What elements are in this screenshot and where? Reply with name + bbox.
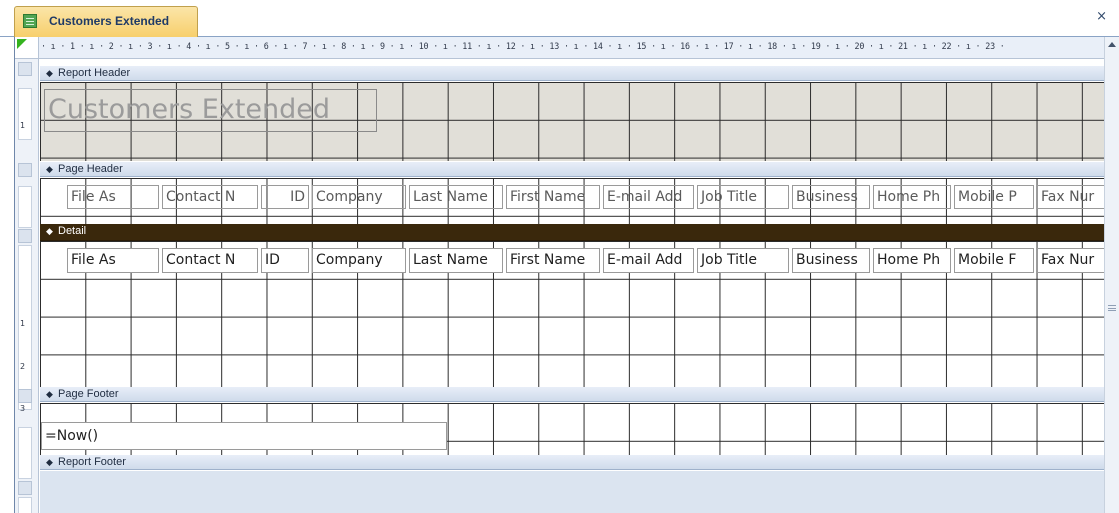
email-address-textbox[interactable]: E-mail Add — [603, 248, 694, 273]
file-as-label[interactable]: File As — [67, 185, 159, 209]
id-label[interactable]: ID — [261, 185, 309, 209]
home-phone-label[interactable]: Home Ph — [873, 185, 951, 209]
horizontal-ruler[interactable]: · ı · 1 · ı · 2 · ı · 3 · ı · 4 · ı · 5 … — [39, 37, 1105, 59]
report-selector[interactable] — [15, 37, 39, 59]
company-textbox[interactable]: Company — [312, 248, 406, 273]
mobile-phone-label[interactable]: Mobile P — [954, 185, 1034, 209]
scroll-up-arrow-icon[interactable] — [1108, 42, 1116, 47]
section-bar-report-header[interactable]: ◆ Report Header — [40, 66, 1105, 81]
vertical-scrollbar[interactable] — [1104, 37, 1119, 513]
section-selector-page-header[interactable] — [18, 163, 32, 177]
report-icon — [23, 14, 37, 28]
now-expression-textbox[interactable]: =Now() — [41, 422, 447, 450]
report-designer: · ı · 1 · ı · 2 · ı · 3 · ı · 4 · ı · 5 … — [14, 37, 1119, 513]
home-phone-textbox[interactable]: Home Ph — [873, 248, 951, 273]
vertical-ruler-segment — [18, 497, 32, 513]
first-name-label[interactable]: First Name — [506, 185, 600, 209]
job-title-textbox[interactable]: Job Title — [697, 248, 789, 273]
last-name-label[interactable]: Last Name — [409, 185, 503, 209]
detail-band[interactable]: File As Contact N ID Company Last Name F… — [40, 241, 1105, 393]
vertical-ruler[interactable]: 1 1 2 3 — [15, 59, 39, 513]
vertical-ruler-number: 2 — [20, 362, 26, 371]
id-textbox[interactable]: ID — [261, 248, 309, 273]
document-tab-title: Customers Extended — [49, 14, 170, 28]
design-canvas[interactable]: ◆ Report Header Customers Extended ◆ Pag… — [40, 59, 1105, 513]
mobile-phone-textbox[interactable]: Mobile F — [954, 248, 1034, 273]
fax-number-label[interactable]: Fax Nur — [1037, 185, 1105, 209]
section-arrow-icon: ◆ — [46, 226, 53, 236]
email-address-label[interactable]: E-mail Add — [603, 185, 694, 209]
vertical-ruler-number: 3 — [20, 404, 26, 413]
last-name-textbox[interactable]: Last Name — [409, 248, 503, 273]
section-selector-report-footer[interactable] — [18, 481, 32, 495]
vertical-ruler-number: 1 — [20, 319, 26, 328]
scroll-grip-icon[interactable] — [1108, 305, 1116, 311]
vertical-ruler-segment — [18, 427, 32, 479]
section-bar-page-footer[interactable]: ◆ Page Footer — [40, 387, 1105, 402]
section-selector-page-footer[interactable] — [18, 389, 32, 403]
file-as-textbox[interactable]: File As — [67, 248, 159, 273]
page-footer-band[interactable]: =Now() — [40, 403, 1105, 455]
section-label: Page Footer — [58, 388, 119, 400]
company-label[interactable]: Company — [312, 185, 406, 209]
business-phone-label[interactable]: Business — [792, 185, 870, 209]
job-title-label[interactable]: Job Title — [697, 185, 789, 209]
horizontal-ruler-labels: · ı · 1 · ı · 2 · ı · 3 · ı · 4 · ı · 5 … — [41, 41, 1005, 51]
fax-number-textbox[interactable]: Fax Nur — [1037, 248, 1105, 273]
section-bar-page-header[interactable]: ◆ Page Header — [40, 162, 1105, 177]
document-tab[interactable]: Customers Extended — [14, 6, 198, 37]
vertical-ruler-segment — [18, 186, 32, 228]
page-header-band[interactable]: File As Contact N ID Company Last Name F… — [40, 178, 1105, 224]
section-bar-report-footer[interactable]: ◆ Report Footer — [40, 455, 1105, 470]
vertical-ruler-number: 1 — [20, 121, 26, 130]
vertical-ruler-segment — [18, 88, 32, 140]
section-label: Page Header — [58, 163, 123, 175]
section-selector-detail[interactable] — [18, 229, 32, 243]
report-footer-band[interactable] — [40, 471, 1105, 513]
document-tab-strip: Customers Extended × — [0, 0, 1119, 37]
contact-name-textbox[interactable]: Contact N — [162, 248, 258, 273]
report-title-label[interactable]: Customers Extended — [44, 89, 377, 132]
section-label: Detail — [58, 225, 87, 237]
section-bar-detail[interactable]: ◆ Detail — [40, 224, 1105, 241]
close-icon[interactable]: × — [1096, 9, 1107, 24]
section-selector-report-header[interactable] — [18, 62, 32, 76]
report-header-band[interactable]: Customers Extended — [40, 82, 1105, 161]
section-arrow-icon: ◆ — [46, 457, 53, 467]
section-arrow-icon: ◆ — [46, 389, 53, 399]
business-phone-textbox[interactable]: Business — [792, 248, 870, 273]
section-arrow-icon: ◆ — [46, 68, 53, 78]
contact-name-label[interactable]: Contact N — [162, 185, 258, 209]
section-label: Report Header — [58, 67, 131, 79]
first-name-textbox[interactable]: First Name — [506, 248, 600, 273]
section-label: Report Footer — [58, 456, 126, 468]
section-arrow-icon: ◆ — [46, 164, 53, 174]
